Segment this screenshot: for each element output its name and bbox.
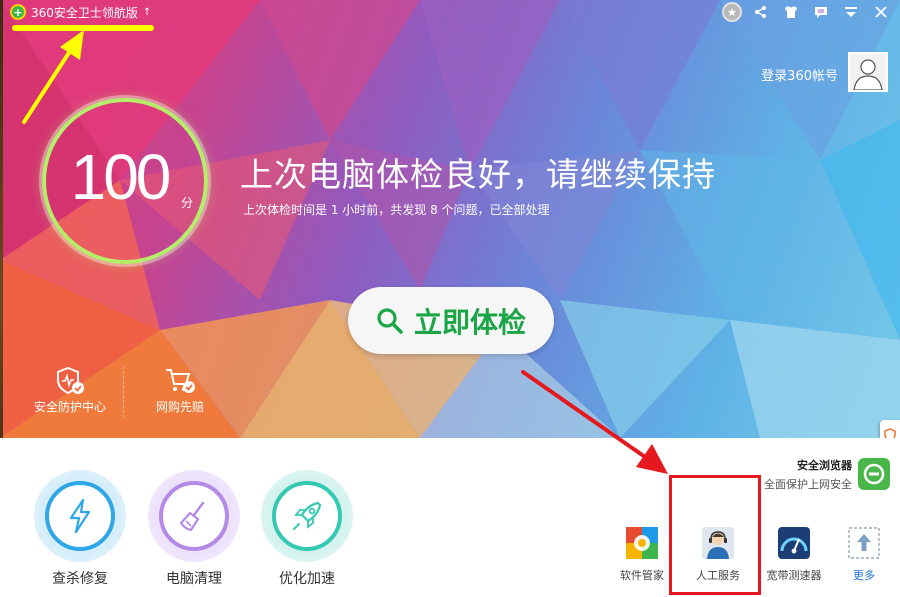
tool-optimize-speed-label: 优化加速 <box>279 571 335 587</box>
browser-promo-subtitle: 全面保护上网安全 <box>764 478 852 491</box>
menu-icon[interactable] <box>840 3 862 21</box>
browser-promo-title: 安全浏览器 <box>797 459 852 472</box>
status-detail: 上次体检时间是 1 小时前，共发现 8 个问题，已全部处理 <box>243 203 550 217</box>
software-manager-icon <box>626 527 658 559</box>
app-title: + 360安全卫士领航版 ↑ <box>10 3 151 21</box>
speedometer-icon <box>778 527 810 559</box>
check-now-label: 立即体检 <box>413 305 526 339</box>
shopping-guarantee-label: 网购先赔 <box>155 400 204 414</box>
login-link[interactable]: 登录360帐号 <box>761 65 838 84</box>
score-value: 100 <box>70 141 172 213</box>
divider <box>123 366 124 418</box>
skin-icon[interactable] <box>780 3 802 21</box>
security-center-link[interactable]: 安全防护中心 <box>25 366 115 415</box>
browser-promo[interactable]: 安全浏览器 全面保护上网安全 <box>740 456 890 496</box>
more-upload-icon <box>848 527 880 559</box>
user-silhouette-icon <box>853 59 883 90</box>
close-icon[interactable] <box>870 3 892 21</box>
cart-check-icon <box>166 369 195 393</box>
app-more-label: 更多 <box>853 569 875 582</box>
tool-scan-repair-label: 查杀修复 <box>52 571 108 587</box>
shield-check-icon <box>57 366 84 395</box>
rocket-icon <box>293 501 322 530</box>
shopping-guarantee-link[interactable]: 网购先赔 <box>135 366 225 415</box>
window-controls: ★ <box>722 2 892 22</box>
broom-icon <box>179 501 205 532</box>
check-now-button[interactable]: 立即体检 <box>348 287 554 354</box>
feedback-icon[interactable] <box>810 3 832 21</box>
tool-pc-cleanup[interactable]: 电脑清理 <box>146 470 242 588</box>
app-title-text: 360安全卫士领航版 <box>31 5 138 20</box>
app-broadband-speed[interactable]: 宽带测速器 <box>756 527 832 583</box>
share-icon[interactable] <box>750 3 772 21</box>
security-center-label: 安全防护中心 <box>33 400 106 414</box>
app-broadband-speed-label: 宽带测速器 <box>766 569 822 582</box>
upgrade-arrow-icon[interactable]: ↑ <box>143 7 151 18</box>
tool-optimize-speed[interactable]: 优化加速 <box>259 470 355 588</box>
tool-scan-repair[interactable]: 查杀修复 <box>32 470 128 588</box>
annotation-yellow-underline <box>12 25 154 31</box>
lightning-icon <box>69 498 91 534</box>
app-more[interactable]: 更多 <box>826 527 900 583</box>
browser-e-icon <box>858 458 890 490</box>
medal-icon[interactable]: ★ <box>722 2 742 22</box>
score-unit: 分 <box>181 196 194 210</box>
tool-pc-cleanup-label: 电脑清理 <box>166 571 222 587</box>
search-icon <box>377 307 403 334</box>
avatar[interactable] <box>848 52 888 92</box>
status-headline: 上次电脑体检良好，请继续保持 <box>240 155 716 194</box>
app-logo-icon: + <box>10 4 26 20</box>
annotation-red-box <box>669 475 761 595</box>
